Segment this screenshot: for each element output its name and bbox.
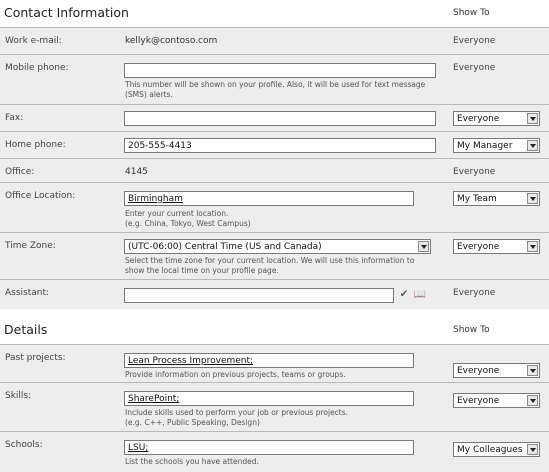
skills-label: Skills: — [5, 391, 32, 401]
section-title: Contact Information — [4, 5, 129, 20]
schools-visibility-value: My Colleagues — [457, 445, 523, 455]
office-location-visibility-value: My Team — [457, 194, 497, 204]
skills-row: Skills: SharePoint; Include skills used … — [0, 382, 549, 431]
past-projects-visibility-value: Everyone — [457, 366, 500, 376]
chevron-down-icon[interactable] — [527, 395, 538, 406]
home-phone-input[interactable]: 205-555-4413 — [124, 138, 436, 153]
show-to-header: Show To — [453, 325, 490, 335]
office-location-help-line: Enter your current location. — [125, 209, 229, 218]
mobile-phone-label: Mobile phone: — [5, 63, 69, 73]
office-row: Office: 4145 Everyone — [0, 158, 549, 182]
chevron-down-icon[interactable] — [527, 365, 538, 376]
skills-help: Include skills used to perform your job … — [125, 408, 348, 427]
details-header: Details Show To — [0, 310, 549, 344]
mobile-phone-visibility: Everyone — [453, 63, 496, 73]
contact-information-header: Contact Information Show To — [0, 0, 549, 26]
office-location-label: Office Location: — [5, 191, 76, 201]
time-zone-help: Select the time zone for your current lo… — [125, 256, 414, 275]
chevron-down-icon[interactable] — [527, 113, 538, 124]
assistant-visibility: Everyone — [453, 288, 496, 298]
office-visibility: Everyone — [453, 167, 496, 177]
past-projects-visibility-select[interactable]: Everyone — [453, 363, 540, 378]
office-location-help: Enter your current location. (e.g. China… — [125, 209, 251, 228]
schools-help: List the schools you have attended. — [125, 457, 259, 466]
address-book-icon[interactable]: 📖 — [413, 289, 427, 301]
skills-input[interactable]: SharePoint; — [124, 391, 414, 406]
home-phone-visibility-select[interactable]: My Manager — [453, 138, 540, 153]
assistant-row: Assistant: ✔ 📖 Everyone — [0, 279, 549, 309]
schools-input[interactable]: LSU; — [124, 440, 414, 455]
skills-help-line: Include skills used to perform your job … — [125, 408, 349, 417]
schools-label: Schools: — [5, 440, 43, 450]
time-zone-value: (UTC-06:00) Central Time (US and Canada) — [128, 242, 322, 252]
office-location-input[interactable]: Birmingham — [124, 191, 414, 206]
fax-visibility-select[interactable]: Everyone — [453, 111, 540, 126]
chevron-down-icon[interactable] — [418, 241, 429, 252]
skills-visibility-select[interactable]: Everyone — [453, 393, 540, 408]
time-zone-help-line-2: show the local time on your profile page… — [125, 265, 279, 275]
skills-visibility-value: Everyone — [457, 396, 500, 406]
past-projects-input[interactable]: Lean Process Improvement; — [124, 353, 414, 368]
chevron-down-icon[interactable] — [527, 140, 538, 151]
mobile-phone-row: Mobile phone: This number will be shown … — [0, 54, 549, 104]
chevron-down-icon[interactable] — [527, 241, 538, 252]
section-title: Details — [4, 322, 48, 337]
office-location-example: (e.g. China, Tokyo, West Campus) — [125, 218, 251, 228]
schools-row: Schools: LSU; List the schools you have … — [0, 431, 549, 472]
chevron-down-icon[interactable] — [527, 193, 538, 204]
chevron-down-icon[interactable] — [527, 444, 538, 455]
office-label: Office: — [5, 167, 35, 177]
check-names-icon[interactable]: ✔ — [397, 289, 411, 301]
skills-example: (e.g. C++, Public Speaking, Design) — [125, 417, 260, 427]
past-projects-help: Provide information on previous projects… — [125, 370, 346, 379]
home-phone-label: Home phone: — [5, 140, 66, 150]
time-zone-label: Time Zone: — [5, 241, 56, 251]
office-location-row: Office Location: Birmingham Enter your c… — [0, 182, 549, 232]
time-zone-select[interactable]: (UTC-06:00) Central Time (US and Canada) — [124, 239, 431, 254]
fax-label: Fax: — [5, 113, 24, 123]
work-email-visibility: Everyone — [453, 36, 496, 46]
mobile-phone-help: This number will be shown on your profil… — [125, 80, 426, 99]
schools-visibility-select[interactable]: My Colleagues — [453, 442, 540, 457]
work-email-label: Work e-mail: — [5, 36, 62, 46]
time-zone-visibility-select[interactable]: Everyone — [453, 239, 540, 254]
assistant-input[interactable] — [124, 288, 394, 303]
work-email-value: kellyk@contoso.com — [125, 36, 218, 46]
time-zone-visibility-value: Everyone — [457, 242, 500, 252]
time-zone-row: Time Zone: (UTC-06:00) Central Time (US … — [0, 232, 549, 279]
past-projects-label: Past projects: — [5, 353, 66, 363]
office-value: 4145 — [125, 167, 148, 177]
home-phone-row: Home phone: 205-555-4413 My Manager — [0, 131, 549, 158]
work-email-row: Work e-mail: kellyk@contoso.com Everyone — [0, 27, 549, 54]
fax-input[interactable] — [124, 111, 436, 126]
time-zone-help-line-1: Select the time zone for your current lo… — [125, 256, 415, 265]
fax-row: Fax: Everyone — [0, 104, 549, 131]
home-phone-visibility-value: My Manager — [457, 141, 513, 151]
mobile-phone-input[interactable] — [124, 63, 436, 78]
fax-visibility-value: Everyone — [457, 114, 500, 124]
assistant-label: Assistant: — [5, 288, 50, 298]
past-projects-row: Past projects: Lean Process Improvement;… — [0, 344, 549, 382]
show-to-header: Show To — [453, 8, 490, 18]
office-location-visibility-select[interactable]: My Team — [453, 191, 540, 206]
